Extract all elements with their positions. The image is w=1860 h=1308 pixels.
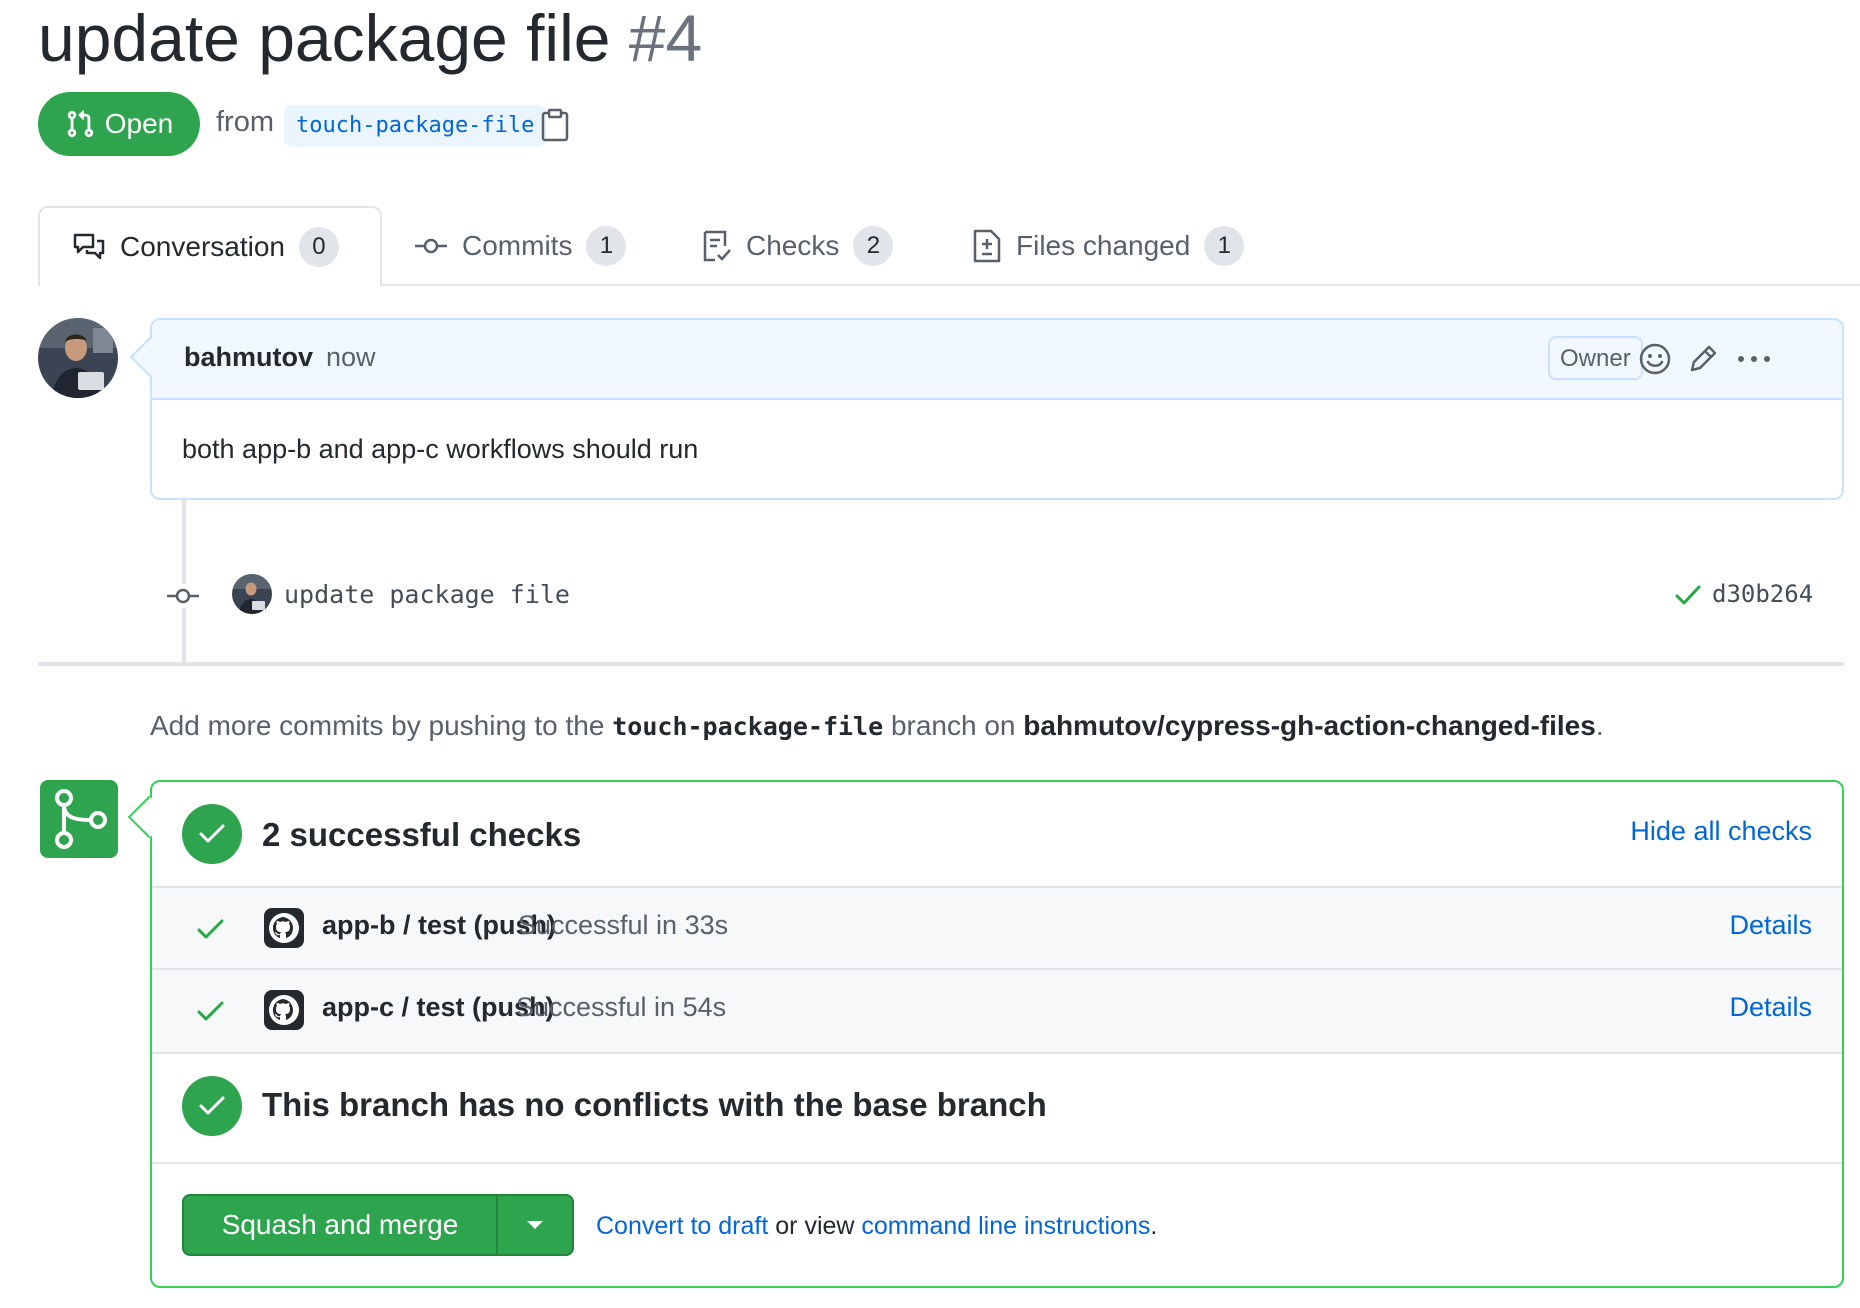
tab-counter: 1 [586, 226, 627, 266]
kebab-horizontal-icon[interactable] [1734, 342, 1774, 381]
tab-counter: 0 [298, 227, 339, 267]
command-line-instructions-link[interactable]: command line instructions [861, 1212, 1150, 1240]
merge-actions-row: Squash and merge Convert to draft or vie… [152, 1162, 1842, 1286]
push-hint-repo: bahmutov/cypress-gh-action-changed-files [1023, 710, 1596, 741]
squash-and-merge-button[interactable]: Squash and merge [184, 1196, 496, 1254]
check-details-link[interactable]: Details [1729, 910, 1812, 941]
push-hint-suffix: . [1595, 710, 1604, 741]
tab-counter: 1 [1204, 226, 1245, 266]
or-view-text: or view [775, 1212, 855, 1240]
push-hint-prefix: Add more commits by pushing to the [150, 710, 605, 741]
tab-counter: 2 [853, 226, 894, 266]
check-icon [196, 916, 226, 947]
push-hint-branch: touch-package-file [612, 712, 884, 741]
tab-commits[interactable]: Commits 1 [414, 206, 627, 286]
push-hint: Add more commits by pushing to the touch… [150, 710, 1604, 742]
commit-message[interactable]: update package file [284, 580, 570, 609]
merge-box: 2 successful checks Hide all checks app-… [150, 780, 1844, 1288]
check-row: app-c / test (push) Successful in 54s De… [152, 968, 1842, 1052]
check-status: Successful in 33s [518, 910, 729, 940]
pr-state-label: Open [104, 108, 174, 139]
checks-summary-title: 2 successful checks [262, 816, 582, 853]
smiley-reaction-icon[interactable] [1638, 342, 1672, 381]
check-details-link[interactable]: Details [1729, 992, 1812, 1023]
check-icon[interactable] [1674, 582, 1702, 613]
tab-label: Conversation [120, 231, 285, 262]
tab-checks[interactable]: Checks 2 [702, 206, 894, 286]
check-status: Successful in 54s [516, 992, 727, 1022]
check-row: app-b / test (push) Successful in 33s De… [152, 886, 1842, 968]
tab-conversation[interactable]: Conversation 0 [38, 206, 382, 286]
checklist-icon [703, 230, 731, 262]
comment-discussion-icon [73, 233, 105, 260]
commit-sha[interactable]: d30b264 [1712, 580, 1813, 608]
merge-alt-actions: Convert to draft or view command line in… [596, 1212, 1157, 1241]
pr-title: update package file #4 [38, 0, 702, 76]
timeline-commit: update package file d30b264 [160, 568, 1832, 624]
tab-files-changed[interactable]: Files changed 1 [972, 206, 1245, 286]
github-actions-icon [264, 990, 304, 1030]
pencil-edit-icon[interactable] [1686, 342, 1720, 381]
author-avatar[interactable] [38, 318, 118, 398]
comment-header: bahmutov now Owner [152, 320, 1842, 400]
pr-state-badge: Open [38, 92, 200, 156]
comment-card: bahmutov now Owner both app-b and app-c … [129, 318, 1844, 500]
git-pull-request-icon [67, 110, 93, 138]
git-commit-icon [166, 584, 200, 613]
pr-title-text: update package file [38, 1, 611, 75]
merge-method-dropdown[interactable] [498, 1196, 572, 1254]
commit-author-avatar[interactable] [232, 574, 272, 614]
tab-label: Checks [746, 230, 840, 261]
comment-body: both app-b and app-c workflows should ru… [182, 434, 699, 464]
squash-and-merge-button-group: Squash and merge [182, 1194, 574, 1256]
file-diff-icon [973, 229, 1001, 263]
convert-to-draft-link[interactable]: Convert to draft [596, 1212, 768, 1240]
from-label: from [216, 106, 274, 138]
comment-author[interactable]: bahmutov [184, 342, 313, 373]
tab-label: Files changed [1016, 230, 1191, 261]
github-actions-icon [264, 908, 304, 948]
git-commit-icon [415, 238, 447, 254]
clipboard-copy-icon[interactable] [540, 108, 570, 147]
merge-status-row: This branch has no conflicts with the ba… [152, 1052, 1842, 1162]
owner-badge: Owner [1548, 336, 1643, 380]
period-text: . [1150, 1212, 1158, 1240]
no-conflicts-message: This branch has no conflicts with the ba… [262, 1086, 1047, 1123]
no-conflicts-success-icon [182, 1076, 242, 1136]
hide-all-checks-link[interactable]: Hide all checks [1630, 816, 1812, 847]
tab-label: Commits [462, 230, 573, 261]
pr-number: #4 [628, 1, 703, 75]
push-hint-middle: branch on [890, 710, 1016, 741]
timeline-divider [38, 662, 1844, 666]
comment-timestamp[interactable]: now [326, 342, 376, 373]
head-branch-ref[interactable]: touch-package-file [284, 105, 547, 147]
git-merge-icon [40, 780, 118, 858]
checks-success-icon [182, 804, 242, 864]
check-icon [196, 998, 226, 1029]
triangle-down-icon [527, 1221, 543, 1229]
